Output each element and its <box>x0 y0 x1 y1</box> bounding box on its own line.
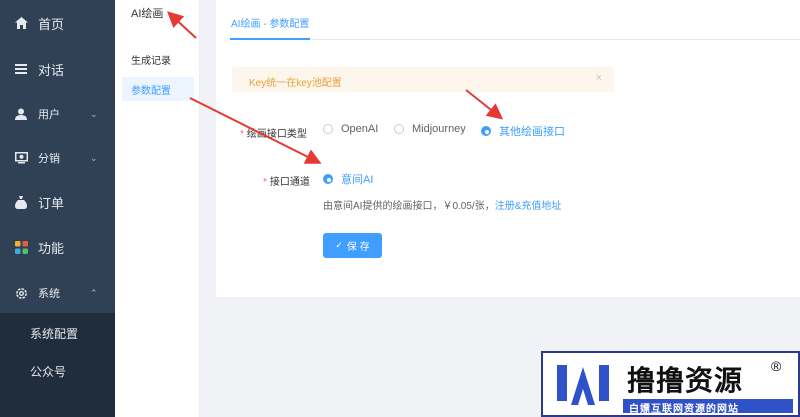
channel-label: * 接口通道 <box>263 173 310 188</box>
required-mark: * <box>263 177 267 188</box>
radio-yijian-ai-label: 意间AI <box>341 174 374 186</box>
watermark-subtitle: 白嫖互联网资源的网站 <box>629 404 739 415</box>
nav-item-chat[interactable]: 对话 <box>0 47 115 91</box>
user-icon <box>14 107 28 121</box>
radio-yijian-ai[interactable]: 意间AI <box>323 171 373 187</box>
radio-midjourney-label: Midjourney <box>412 123 466 135</box>
watermark-band: 白嫖互联网资源的网站 <box>623 399 793 415</box>
radio-other-interface[interactable]: 其他绘画接口 <box>481 123 565 139</box>
tab-param-config[interactable]: AI绘画 - 参数配置 <box>230 15 311 40</box>
radio-checked-icon <box>323 174 333 184</box>
gear-icon <box>14 286 28 300</box>
settings-panel: AI绘画 - 参数配置 Key统一在key池配置 × * 绘画接口类型 OpenA… <box>216 0 800 297</box>
subnav-title: AI绘画 <box>131 8 164 20</box>
radio-openai[interactable]: OpenAI <box>323 123 378 135</box>
description-text: 由意间AI提供的绘画接口，￥0.05/张， <box>323 201 495 212</box>
bag-icon <box>14 195 28 209</box>
key-pool-alert: Key统一在key池配置 × <box>232 67 614 92</box>
watermark-title: 撸撸资源 <box>627 365 744 396</box>
nav-item-users[interactable]: 用户 ⌄ <box>0 92 115 136</box>
nav-label-orders: 订单 <box>38 195 65 211</box>
required-mark: * <box>240 129 244 140</box>
channel-description: 由意间AI提供的绘画接口，￥0.05/张，注册&充值地址 <box>323 197 561 212</box>
radio-other-interface-label: 其他绘画接口 <box>499 126 565 138</box>
radio-checked-icon <box>481 126 491 136</box>
subnav-item-params[interactable]: 参数配置 <box>122 77 194 101</box>
list-icon <box>14 62 28 76</box>
nav-item-orders[interactable]: 订单 <box>0 180 115 224</box>
radio-midjourney[interactable]: Midjourney <box>394 123 466 135</box>
nav-label-chat: 对话 <box>38 62 65 78</box>
ai-drawing-subnav: AI绘画 生成记录 参数配置 <box>115 0 200 417</box>
system-submenu: 系统配置 公众号 <box>0 313 115 417</box>
nav-label-users: 用户 <box>38 109 60 121</box>
check-icon: ✓ <box>335 240 343 250</box>
close-icon[interactable]: × <box>596 72 602 84</box>
submenu-item-system-config[interactable]: 系统配置 <box>0 314 115 352</box>
channel-label-text: 接口通道 <box>269 177 310 188</box>
registered-mark: ® <box>771 358 782 374</box>
chevron-down-icon: ⌄ <box>90 152 98 163</box>
radio-openai-label: OpenAI <box>341 123 379 135</box>
interface-type-label-text: 绘画接口类型 <box>246 129 307 140</box>
watermark-logo: 撸撸资源 ® 白嫖互联网资源的网站 <box>541 351 800 417</box>
nav-item-home[interactable]: 首页 <box>0 1 115 45</box>
register-recharge-link[interactable]: 注册&充值地址 <box>495 201 562 212</box>
nav-label-distribution: 分销 <box>38 153 60 165</box>
nav-label-functions: 功能 <box>38 240 65 256</box>
nav-item-distribution[interactable]: 分销 ⌄ <box>0 136 115 180</box>
submenu-label-system-config: 系统配置 <box>30 326 79 341</box>
home-icon <box>14 16 28 30</box>
submenu-label-official-account: 公众号 <box>30 364 67 379</box>
save-button-label: 保 存 <box>346 242 370 253</box>
nav-item-functions[interactable]: 功能 <box>0 225 115 269</box>
nav-label-home: 首页 <box>38 16 65 32</box>
alert-text: Key统一在key池配置 <box>249 78 342 89</box>
tab-bar: AI绘画 - 参数配置 <box>230 0 800 40</box>
submenu-item-official-account[interactable]: 公众号 <box>0 352 115 390</box>
logo-mark-icon <box>557 365 609 405</box>
apps-icon <box>14 240 28 254</box>
nav-item-system[interactable]: 系统 ⌃ <box>0 271 115 315</box>
subnav-item-records[interactable]: 生成记录 <box>122 47 194 71</box>
nav-label-system: 系统 <box>38 288 60 300</box>
radio-circle-icon <box>394 124 404 134</box>
distribution-icon <box>14 151 28 165</box>
radio-circle-icon <box>323 124 333 134</box>
chevron-down-icon: ⌄ <box>90 108 98 119</box>
save-button[interactable]: ✓ 保 存 <box>323 233 382 258</box>
main-sidebar: 首页 对话 用户 ⌄ 分销 ⌄ 订单 功能 系统 ⌃ 系统配置 公众号 <box>0 0 115 417</box>
interface-type-label: * 绘画接口类型 <box>240 125 307 140</box>
chevron-up-icon: ⌃ <box>90 287 98 298</box>
